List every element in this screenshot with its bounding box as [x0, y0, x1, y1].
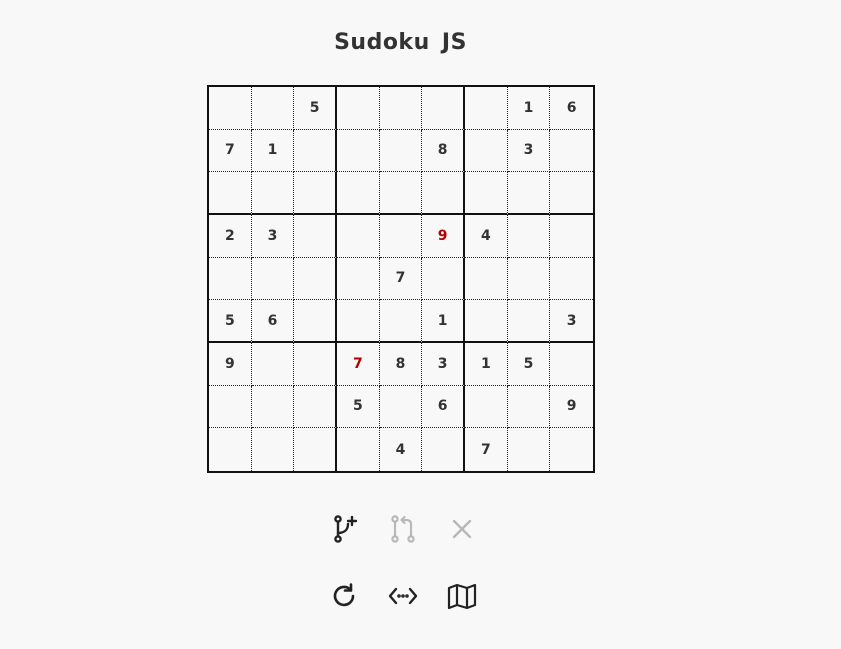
sudoku-cell[interactable]: 5: [209, 300, 252, 343]
sudoku-cell[interactable]: 1: [251, 129, 295, 173]
sudoku-cell[interactable]: [465, 257, 508, 301]
sudoku-cell[interactable]: [379, 172, 423, 215]
sudoku-cell[interactable]: [294, 300, 337, 343]
discard-button[interactable]: [445, 512, 479, 546]
code-icon: [388, 587, 418, 605]
map-button[interactable]: [445, 579, 479, 613]
sudoku-cell[interactable]: 7: [465, 428, 508, 471]
sudoku-cell[interactable]: 3: [507, 129, 551, 173]
sudoku-cell[interactable]: [337, 87, 380, 130]
sudoku-cell[interactable]: [379, 385, 423, 429]
merge-button[interactable]: [386, 512, 420, 546]
sudoku-cell[interactable]: [337, 129, 380, 173]
restart-button[interactable]: [328, 579, 362, 613]
sudoku-cell[interactable]: 3: [422, 343, 465, 386]
sudoku-cell[interactable]: [422, 257, 465, 301]
sudoku-cell[interactable]: [251, 172, 295, 215]
sudoku-cell[interactable]: [209, 87, 252, 130]
sudoku-cell[interactable]: [337, 172, 380, 215]
sudoku-cell[interactable]: [465, 87, 508, 130]
sudoku-cell[interactable]: [251, 343, 295, 386]
sudoku-cell[interactable]: 6: [251, 300, 295, 343]
sudoku-cell[interactable]: 9: [550, 386, 593, 429]
close-icon: [452, 519, 472, 539]
sudoku-cell[interactable]: 5: [294, 87, 337, 130]
sudoku-cell[interactable]: [337, 428, 380, 471]
sudoku-cell[interactable]: 8: [379, 343, 423, 386]
sudoku-cell[interactable]: 5: [507, 343, 551, 386]
sudoku-cell[interactable]: [251, 257, 295, 301]
sudoku-cell[interactable]: [294, 385, 337, 429]
sudoku-cell[interactable]: [251, 87, 295, 130]
sudoku-cell[interactable]: [379, 300, 423, 343]
sudoku-cell[interactable]: [507, 172, 551, 215]
sudoku-cell[interactable]: [422, 172, 465, 215]
sudoku-cell[interactable]: [209, 385, 252, 429]
sudoku-cell[interactable]: 6: [422, 385, 465, 429]
sudoku-cell[interactable]: [550, 343, 593, 386]
sudoku-cell[interactable]: [465, 172, 508, 215]
branch-button[interactable]: [328, 512, 362, 546]
sudoku-cell[interactable]: [465, 300, 508, 343]
git-branch-plus-icon: [334, 515, 358, 543]
sudoku-board: 516718323947561397831556947: [207, 85, 595, 473]
sudoku-cell[interactable]: [209, 257, 252, 301]
sudoku-cell[interactable]: [465, 385, 508, 429]
sudoku-cell[interactable]: [294, 172, 337, 215]
sudoku-cell[interactable]: [209, 172, 252, 215]
sudoku-cell[interactable]: 1: [422, 300, 465, 343]
sudoku-cell[interactable]: [550, 428, 593, 471]
sudoku-cell[interactable]: [294, 343, 337, 386]
sudoku-cell[interactable]: [507, 215, 551, 258]
sudoku-cell[interactable]: 4: [380, 428, 423, 471]
sudoku-cell[interactable]: [252, 428, 295, 471]
sudoku-cell[interactable]: 3: [550, 300, 593, 343]
sudoku-cell[interactable]: [294, 129, 337, 173]
sudoku-cell[interactable]: 3: [251, 215, 295, 258]
sudoku-cell[interactable]: [251, 385, 295, 429]
sudoku-cell[interactable]: [422, 87, 465, 130]
sudoku-cell[interactable]: 7: [337, 343, 380, 386]
sudoku-cell[interactable]: [209, 428, 252, 471]
sudoku-cell[interactable]: 7: [209, 129, 252, 173]
sudoku-cell[interactable]: [337, 215, 380, 258]
sudoku-cell[interactable]: [465, 129, 508, 173]
sudoku-cell[interactable]: [337, 257, 380, 301]
sudoku-cell[interactable]: 9: [422, 215, 465, 258]
page-title: Sudoku JS: [334, 30, 467, 55]
sudoku-cell[interactable]: [379, 215, 423, 258]
sudoku-cell[interactable]: 5: [337, 385, 380, 429]
sudoku-cell[interactable]: 2: [209, 215, 252, 258]
share-button[interactable]: [386, 579, 420, 613]
sudoku-cell[interactable]: [508, 428, 551, 471]
sudoku-cell[interactable]: 1: [507, 87, 551, 130]
sudoku-cell[interactable]: 9: [209, 343, 252, 386]
sudoku-cell[interactable]: [550, 258, 593, 301]
sudoku-cell[interactable]: [294, 428, 337, 471]
git-pull-request-icon: [391, 515, 415, 543]
sudoku-cell[interactable]: [379, 129, 423, 173]
sudoku-cell[interactable]: [379, 87, 423, 130]
sudoku-cell[interactable]: 7: [379, 257, 423, 301]
sudoku-cell[interactable]: [337, 300, 380, 343]
sudoku-cell[interactable]: [507, 300, 551, 343]
refresh-icon: [333, 583, 355, 607]
sudoku-cell[interactable]: [550, 172, 593, 215]
sudoku-cell[interactable]: 1: [465, 343, 508, 386]
sudoku-cell[interactable]: 4: [465, 215, 508, 258]
sudoku-cell[interactable]: 8: [422, 129, 465, 173]
sudoku-cell[interactable]: [294, 215, 337, 258]
sudoku-cell[interactable]: 6: [550, 87, 593, 130]
sudoku-cell[interactable]: [550, 130, 593, 173]
sudoku-cell[interactable]: [422, 428, 465, 471]
sudoku-cell[interactable]: [507, 257, 551, 301]
map-icon: [447, 583, 477, 610]
sudoku-cell[interactable]: [507, 385, 551, 429]
sudoku-cell[interactable]: [294, 257, 337, 301]
sudoku-cell[interactable]: [550, 215, 593, 258]
